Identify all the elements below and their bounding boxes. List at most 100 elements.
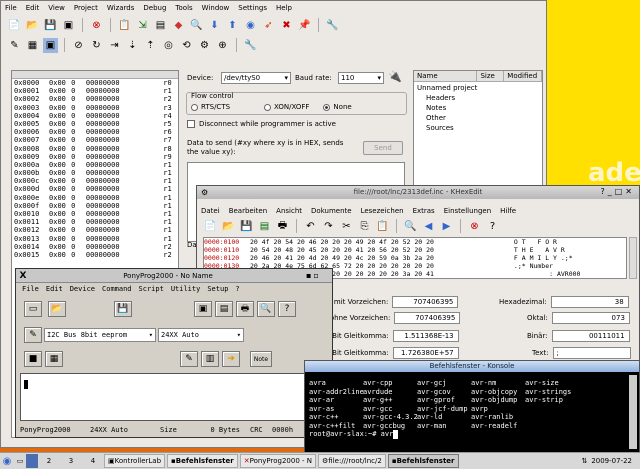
memory-row[interactable]: 0x000e 0x00 0 00000000 r1 (12, 194, 178, 202)
rocket-icon[interactable]: ➶ (261, 18, 276, 33)
close-icon[interactable]: ✕ (625, 187, 635, 196)
erase-icon[interactable]: ◆ (171, 18, 186, 33)
terminal-prompt[interactable]: root@avr-slax:~# avr (309, 430, 639, 439)
pony-arrow-icon[interactable]: ➜ (222, 351, 240, 367)
redo-icon[interactable]: ↷ (321, 219, 336, 234)
download-icon[interactable]: ⬇ (207, 18, 222, 33)
memory-row[interactable]: 0x000d 0x00 0 00000000 r1 (12, 185, 178, 193)
pony-menu-device[interactable]: Device (70, 285, 95, 293)
pony-open-icon[interactable]: 📂 (48, 301, 66, 317)
column-size[interactable]: Size (477, 71, 505, 81)
conv-float64-field[interactable]: 1.726380E+57 (392, 347, 459, 359)
export-icon[interactable]: ▤ (257, 219, 272, 234)
copy-icon[interactable]: ⎘ (357, 219, 372, 234)
network-icon[interactable]: ⇅ (581, 457, 587, 465)
menu-tools[interactable]: Tools (175, 4, 192, 12)
debug-run-icon[interactable]: ↻ (89, 38, 104, 53)
maximize-icon[interactable]: ▫ (313, 271, 320, 280)
minimize-icon[interactable]: _ (608, 187, 615, 196)
column-name[interactable]: Name (414, 71, 478, 81)
pony-find-icon[interactable]: 🔍 (257, 301, 275, 317)
pony-hex-buffer[interactable] (20, 373, 330, 421)
khexedit-titlebar[interactable]: file:///root/lnc/2313def.inc - KHexEdit (197, 186, 639, 199)
terminal-scrollbar[interactable] (629, 375, 637, 449)
menu-view[interactable]: View (48, 4, 65, 12)
khex-menu-dokumente[interactable]: Dokumente (311, 207, 352, 215)
pony-device-combo[interactable]: 24XX Auto ▾ (158, 328, 244, 342)
stop-icon[interactable]: ⊗ (89, 18, 104, 33)
debug-step-into-icon[interactable]: ⇣ (125, 38, 140, 53)
menu-file[interactable]: File (5, 4, 17, 12)
back-icon[interactable]: ◀ (421, 219, 436, 234)
memory-row[interactable]: 0x0002 0x00 0 00000000 r2 (12, 95, 178, 103)
help-icon[interactable]: ? (600, 187, 607, 196)
memory-row[interactable]: 0x0014 0x00 0 00000000 r2 (12, 243, 178, 251)
debug-reset-icon[interactable]: ⟲ (179, 38, 194, 53)
tree-item-notes[interactable]: Notes (414, 102, 542, 112)
memory-row[interactable]: 0x000a 0x00 0 00000000 r1 (12, 161, 178, 169)
pony-write-icon[interactable]: ▤ (215, 301, 233, 317)
connect-icon[interactable]: 🔌 (388, 70, 402, 83)
debug-watch-icon[interactable]: ⊕ (215, 38, 230, 53)
workspace-1[interactable] (26, 454, 38, 468)
hex-row[interactable]: 0000:0120 20 46 20 41 20 4d 20 49 20 4c 2… (204, 254, 626, 262)
pony-print-icon[interactable]: 🖶 (236, 301, 254, 317)
show-desktop-icon[interactable]: ▭ (14, 457, 26, 465)
khex-menu-extras[interactable]: Extras (413, 207, 435, 215)
disconnect-checkbox[interactable]: Disconnect while programmer is active (187, 120, 336, 128)
pony-read-icon[interactable]: ▣ (194, 301, 212, 317)
memory-row[interactable]: 0x000c 0x00 0 00000000 r1 (12, 177, 178, 185)
pony-menu-help[interactable]: ? (235, 285, 239, 293)
serial-icon[interactable]: ▣ (43, 37, 58, 53)
menu-debug[interactable]: Debug (143, 4, 166, 12)
radio-xon-xoff[interactable]: XON/XOFF (264, 103, 309, 111)
clock[interactable]: 2009-07-22 (591, 457, 632, 465)
save-all-icon[interactable]: ▣ (61, 18, 76, 33)
tool-icon[interactable]: 🔧 (243, 38, 258, 53)
print-icon[interactable]: 🖶 (275, 219, 290, 234)
khex-menu-hilfe[interactable]: Hilfe (500, 207, 516, 215)
upload-icon[interactable]: ⬆ (225, 18, 240, 33)
menu-edit[interactable]: Edit (26, 4, 40, 12)
new-icon[interactable]: 📄 (203, 219, 218, 234)
forward-icon[interactable]: ▶ (439, 219, 454, 234)
stop-icon[interactable]: ⊗ (467, 219, 482, 234)
khex-menu-einstellungen[interactable]: Einstellungen (444, 207, 491, 215)
pony-menu-edit[interactable]: Edit (46, 285, 63, 293)
pony-interface-combo[interactable]: I2C Bus 8bit eeprom ▾ (44, 328, 156, 342)
pony-menu-file[interactable]: File (22, 285, 39, 293)
khex-menu-lesezeichen[interactable]: Lesezeichen (361, 207, 404, 215)
memory-row[interactable]: 0x0011 0x00 0 00000000 r1 (12, 218, 178, 226)
wrench-icon[interactable]: 🔧 (325, 18, 340, 33)
program-icon[interactable]: ▦ (25, 38, 40, 53)
start-menu-icon[interactable]: ◉ (0, 456, 14, 467)
debug-break-icon[interactable]: ◎ (161, 38, 176, 53)
hex-row[interactable]: 0000:0110 20 54 20 48 20 45 20 20 20 41 2… (204, 246, 626, 254)
pin-icon[interactable]: 📌 (297, 18, 312, 33)
open-project-icon[interactable]: ⇲ (135, 18, 150, 33)
menu-settings[interactable]: Settings (238, 4, 267, 12)
task-kontrollerlab[interactable]: ▣ KontrollerLab (104, 454, 166, 468)
khex-menu-datei[interactable]: Datei (201, 207, 220, 215)
debug-config-icon[interactable]: ⚙ (197, 38, 212, 53)
memory-row[interactable]: 0x0000 0x00 0 00000000 r0 (12, 79, 178, 87)
ponyprog-titlebar[interactable]: X PonyProg2000 - No Name ▪▫ (16, 269, 332, 283)
radio-none[interactable]: None (323, 103, 352, 111)
memory-row[interactable]: 0x0004 0x00 0 00000000 r4 (12, 112, 178, 120)
terminal-output[interactable]: avra avr-cpp avr-gcj avr-nm avr-size avr-addr… (305, 372, 639, 439)
khexedit-app-icon[interactable]: ⚙ (201, 188, 208, 197)
conv-unsigned32-field[interactable]: 707406395 (394, 312, 461, 324)
cancel-icon[interactable]: ✖ (279, 18, 294, 33)
memory-row[interactable]: 0x000f 0x00 0 00000000 r1 (12, 202, 178, 210)
tree-item-headers[interactable]: Headers (414, 92, 542, 102)
x-logo-icon[interactable]: X (16, 271, 30, 281)
pony-menu-script[interactable]: Script (139, 285, 164, 293)
new-project-icon[interactable]: 📋 (117, 18, 132, 33)
new-file-icon[interactable]: 📄 (7, 18, 22, 33)
baud-rate-combo[interactable]: 110 ▾ (338, 72, 384, 84)
find-icon[interactable]: 🔍 (189, 18, 204, 33)
hex-scrollbar[interactable] (629, 237, 637, 279)
column-modified[interactable]: Modified (504, 71, 542, 81)
pony-cmd1-icon[interactable]: ■ (24, 351, 42, 367)
task-khexedit[interactable]: ⚙ file:///root/lnc/2 (318, 454, 386, 468)
